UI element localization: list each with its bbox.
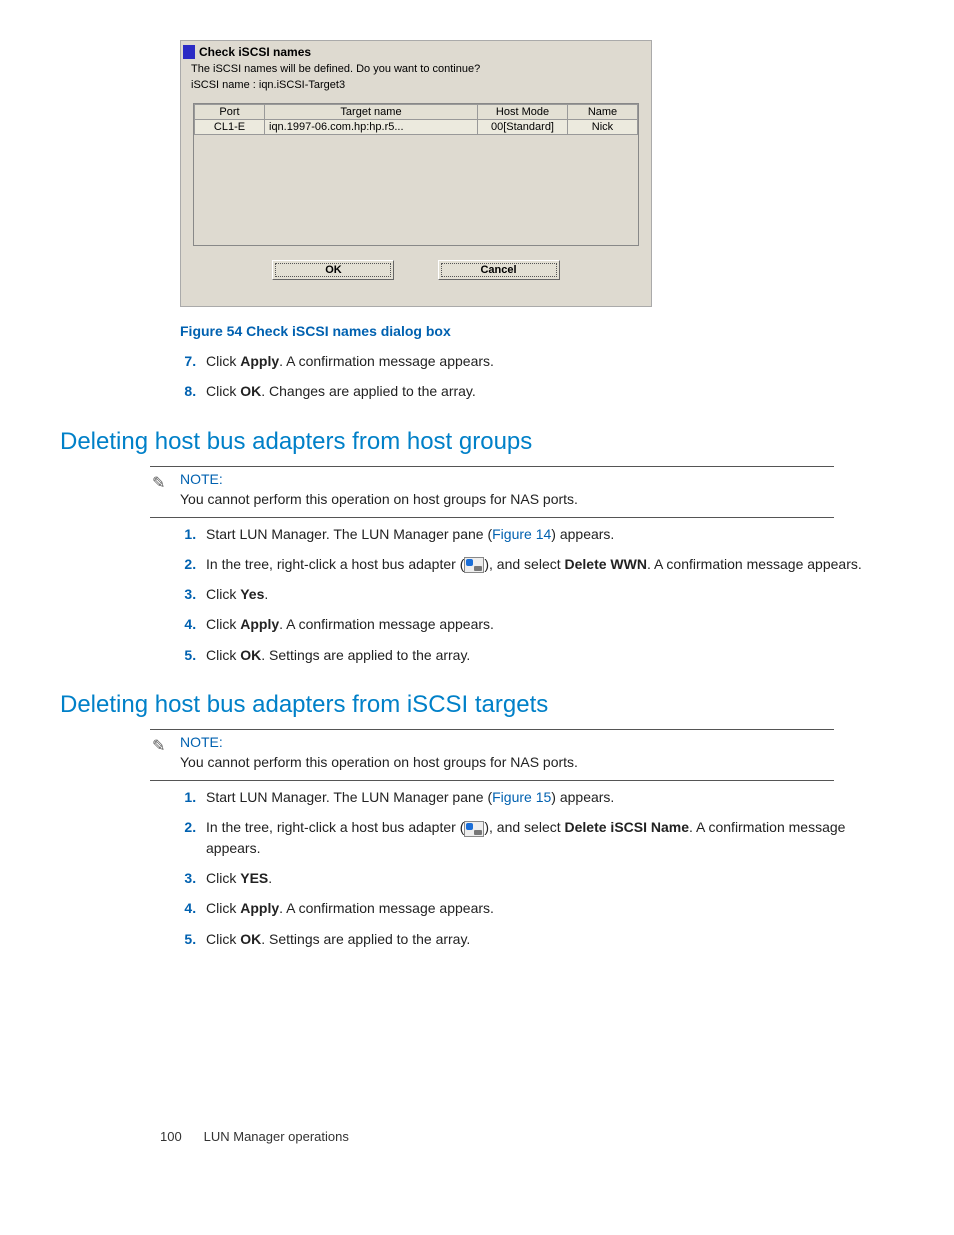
note-block-2: ✎ NOTE: You cannot perform this operatio… [150,729,834,781]
top-continuation-steps: Click Apply. A confirmation message appe… [160,351,874,402]
footer-section: LUN Manager operations [204,1129,349,1144]
figure-15-link[interactable]: Figure 15 [492,789,551,805]
cell-port: CL1-E [195,120,265,135]
step-8: Click OK. Changes are applied to the arr… [200,381,874,401]
ok-button[interactable]: OK [272,260,394,280]
col-name: Name [568,105,638,120]
dialog-message: The iSCSI names will be defined. Do you … [181,61,651,77]
step: In the tree, right-click a host bus adap… [200,817,874,858]
col-target: Target name [265,105,478,120]
figure-caption: Figure 54 Check iSCSI names dialog box [180,323,874,339]
note-label: NOTE: [180,471,834,487]
note-icon: ✎ [152,473,165,493]
check-iscsi-dialog: Check iSCSI names The iSCSI names will b… [180,40,652,307]
dialog-icon [183,45,195,59]
step: Click Apply. A confirmation message appe… [200,898,874,918]
iscsi-name-label: iSCSI name : [191,79,256,91]
note-label: NOTE: [180,734,834,750]
cell-target: iqn.1997-06.com.hp:hp.r5... [265,120,478,135]
cell-name: Nick [568,120,638,135]
dialog-table: Port Target name Host Mode Name CL1-E iq… [193,103,639,246]
section2-steps: Start LUN Manager. The LUN Manager pane … [160,787,874,949]
figure-14-link[interactable]: Figure 14 [492,526,551,542]
section-heading-iscsi-targets: Deleting host bus adapters from iSCSI ta… [60,691,874,719]
page-number: 100 [160,1129,200,1144]
note-text: You cannot perform this operation on hos… [180,491,834,507]
step: Click YES. [200,868,874,888]
dialog-title: Check iSCSI names [199,45,311,59]
step: Click OK. Settings are applied to the ar… [200,929,874,949]
cancel-button[interactable]: Cancel [438,260,560,280]
step-7: Click Apply. A confirmation message appe… [200,351,874,371]
section1-steps: Start LUN Manager. The LUN Manager pane … [160,524,874,665]
step: Start LUN Manager. The LUN Manager pane … [200,787,874,807]
iscsi-name-value: iqn.iSCSI-Target3 [259,79,345,91]
page-footer: 100 LUN Manager operations [60,1129,874,1164]
note-block-1: ✎ NOTE: You cannot perform this operatio… [150,466,834,518]
col-port: Port [195,105,265,120]
step: Start LUN Manager. The LUN Manager pane … [200,524,874,544]
hba-icon [464,821,484,837]
col-hostmode: Host Mode [478,105,568,120]
cell-mode: 00[Standard] [478,120,568,135]
step: Click OK. Settings are applied to the ar… [200,645,874,665]
note-icon: ✎ [152,736,165,756]
section-heading-host-groups: Deleting host bus adapters from host gro… [60,428,874,456]
note-text: You cannot perform this operation on hos… [180,754,834,770]
step: In the tree, right-click a host bus adap… [200,554,874,574]
table-row[interactable]: CL1-E iqn.1997-06.com.hp:hp.r5... 00[Sta… [195,120,638,135]
step: Click Apply. A confirmation message appe… [200,614,874,634]
step: Click Yes. [200,584,874,604]
hba-icon [464,557,484,573]
